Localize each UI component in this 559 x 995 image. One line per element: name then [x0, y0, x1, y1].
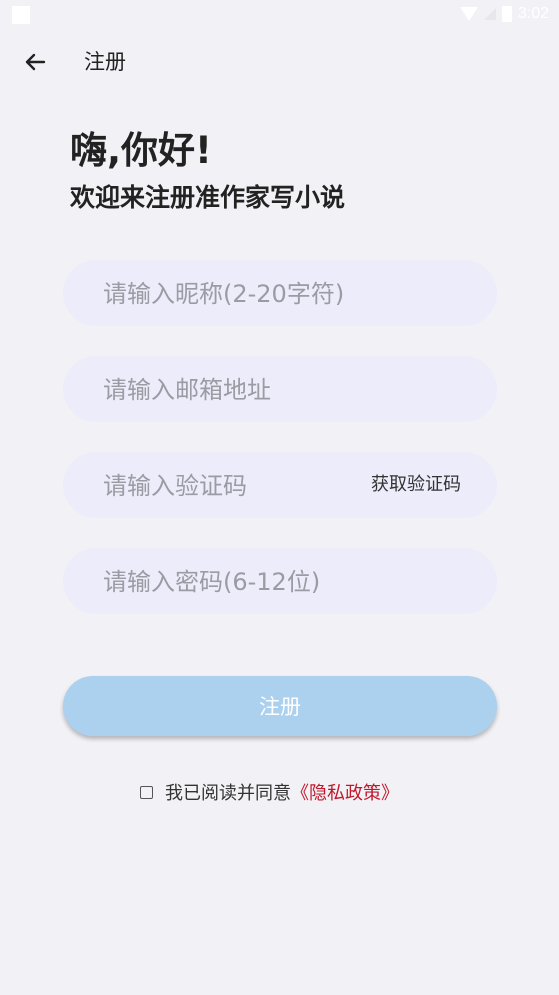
status-indicators: 3:02 [459, 5, 549, 23]
page-title: 注册 [84, 50, 126, 74]
verification-code-field: 获取验证码 [63, 452, 497, 520]
password-field [63, 548, 497, 616]
status-bar: 3:02 [0, 0, 559, 30]
battery-icon [501, 6, 512, 22]
nickname-field [63, 260, 497, 328]
arrow-left-icon [25, 53, 46, 71]
password-input[interactable] [101, 548, 465, 616]
nickname-input[interactable] [101, 260, 465, 328]
greeting-heading: 嗨,你好! [70, 129, 212, 172]
email-input[interactable] [101, 356, 465, 424]
status-time: 3:02 [517, 5, 549, 22]
notification-icon [12, 6, 30, 24]
register-button[interactable]: 注册 [63, 676, 497, 736]
top-app-bar: 注册 [0, 30, 559, 94]
verification-code-input[interactable] [101, 452, 355, 520]
agreement-row: 我已阅读并同意 《隐私政策》 [140, 778, 399, 806]
agreement-text: 我已阅读并同意 [165, 783, 291, 804]
agree-checkbox[interactable] [140, 785, 153, 799]
wifi-icon [459, 7, 478, 21]
welcome-subtitle: 欢迎来注册准作家写小说 [70, 183, 346, 212]
email-field [63, 356, 497, 424]
get-code-button[interactable]: 获取验证码 [371, 452, 461, 518]
back-button[interactable] [18, 44, 54, 80]
signal-icon [483, 8, 496, 20]
privacy-policy-link[interactable]: 《隐私政策》 [291, 779, 399, 805]
